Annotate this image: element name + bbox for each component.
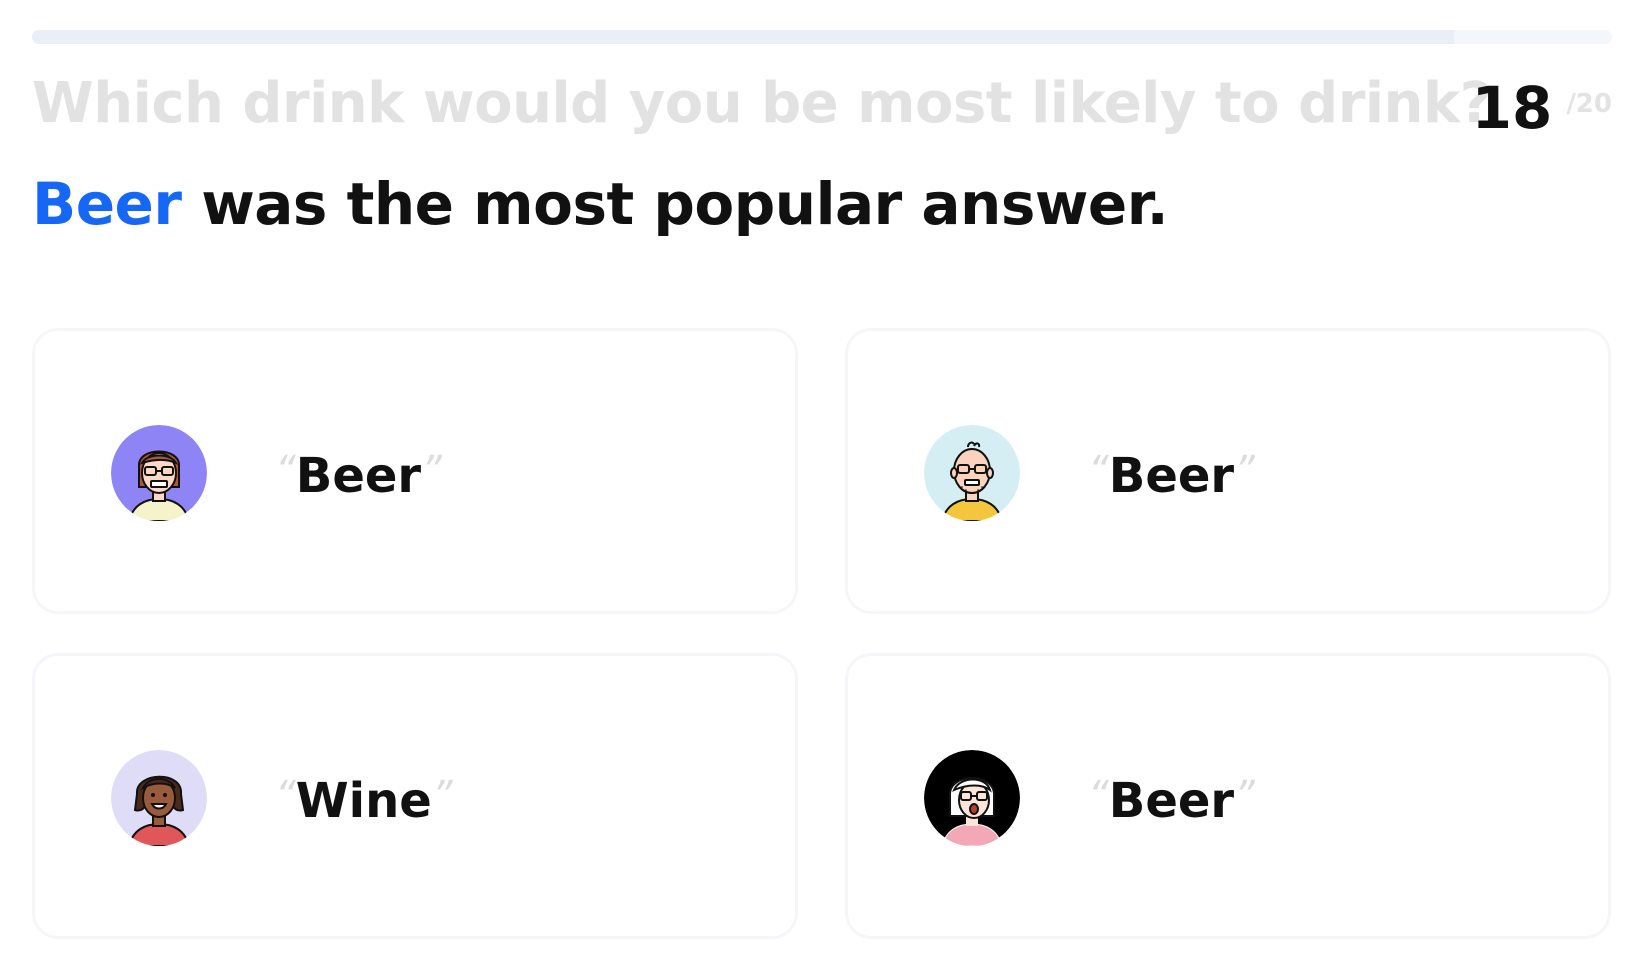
progress-bar-fill xyxy=(32,30,1454,44)
progress-bar xyxy=(32,30,1612,44)
answer-label: Beer xyxy=(1108,773,1235,829)
answer-text: “Beer” xyxy=(1088,764,1255,833)
question-text: Which drink would you be most likely to … xyxy=(32,71,1492,136)
answer-text: “Beer” xyxy=(1088,439,1255,508)
quiz-results-screen: Which drink would you be most likely to … xyxy=(0,0,1644,972)
avatar-purple-woman-glasses-icon xyxy=(111,425,207,521)
avatar-black-bg-person-glasses-icon xyxy=(924,750,1020,846)
answer-text: “Wine” xyxy=(275,764,453,833)
close-quote: ” xyxy=(431,773,453,819)
answer-card: “Beer” xyxy=(845,653,1611,939)
avatar-bald-man-glasses-icon xyxy=(924,425,1020,521)
result-statement-text: was the most popular answer. xyxy=(181,170,1169,238)
open-quote: “ xyxy=(275,448,296,494)
question-header: Which drink would you be most likely to … xyxy=(32,66,1612,142)
result-statement: Beer was the most popular answer. xyxy=(32,164,1169,244)
open-quote: “ xyxy=(1088,448,1109,494)
close-quote: ” xyxy=(1234,448,1255,494)
answer-card: “Wine” xyxy=(32,653,798,939)
question-counter-total: /20 xyxy=(1566,89,1612,119)
answer-label: Wine xyxy=(295,773,432,829)
answer-text: “Beer” xyxy=(275,439,442,508)
avatar-smiling-woman-icon xyxy=(111,750,207,846)
open-quote: “ xyxy=(275,773,296,819)
answer-label: Beer xyxy=(1108,448,1235,504)
answer-label: Beer xyxy=(295,448,422,504)
question-counter-current: 18 xyxy=(1471,74,1553,142)
answer-card: “Beer” xyxy=(32,328,798,614)
close-quote: ” xyxy=(421,448,442,494)
question-counter: 18/20 xyxy=(1472,66,1612,161)
close-quote: ” xyxy=(1234,773,1255,819)
answer-card: “Beer” xyxy=(845,328,1611,614)
popular-answer-highlight: Beer xyxy=(32,170,182,238)
open-quote: “ xyxy=(1088,773,1109,819)
